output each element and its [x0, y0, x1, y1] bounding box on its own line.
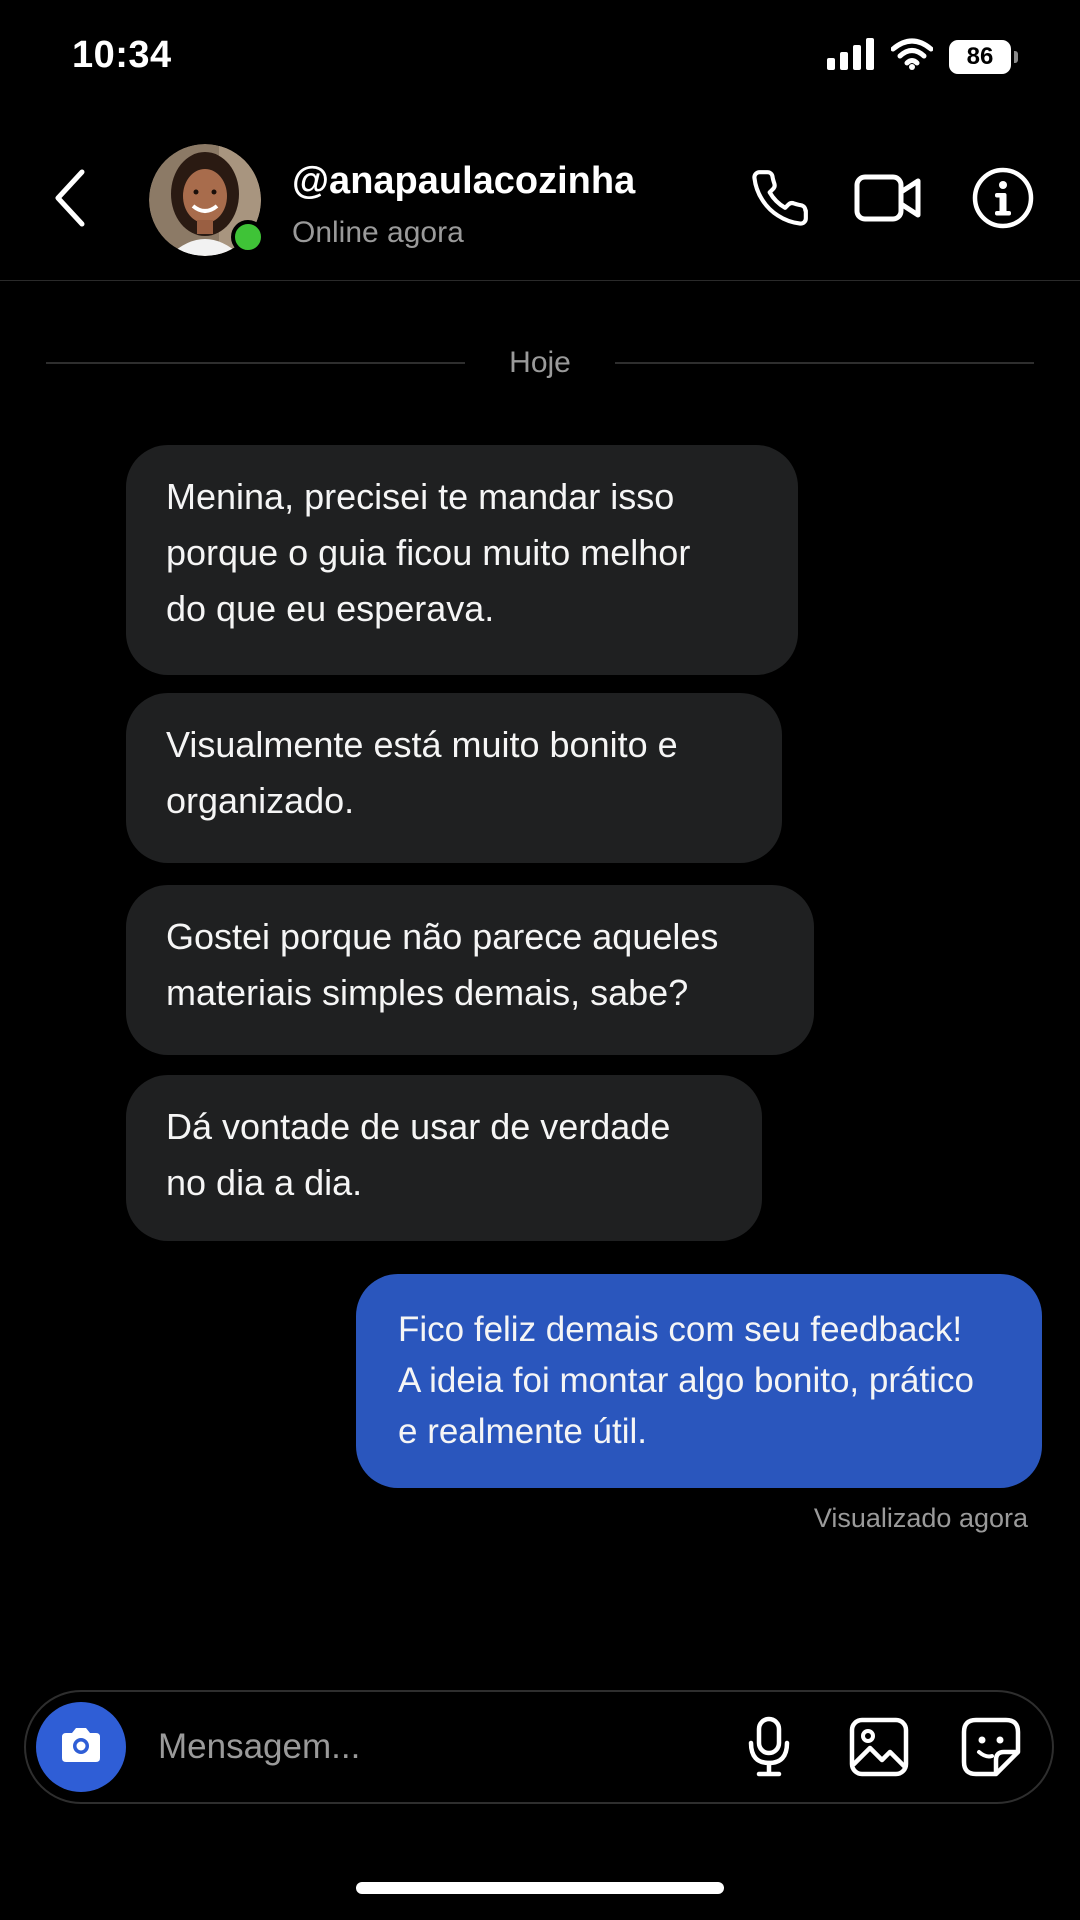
message-bubble-received[interactable]: Visualmente está muito bonito e organiza… [126, 693, 782, 863]
sticker-icon [960, 1716, 1022, 1783]
message-bubble-received[interactable]: Dá vontade de usar de verdade no dia a d… [126, 1075, 762, 1241]
camera-icon [58, 1725, 104, 1770]
battery-cap [1014, 50, 1018, 63]
avatar[interactable] [149, 144, 265, 256]
online-indicator [231, 220, 265, 254]
contact-status: Online agora [292, 216, 464, 249]
battery-icon: 86 [949, 39, 1018, 74]
wifi-icon [890, 38, 934, 75]
microphone-button[interactable] [734, 1714, 804, 1784]
chat-header: @anapaulacozinha Online agora [0, 120, 1080, 281]
info-icon [971, 166, 1035, 235]
microphone-icon [745, 1715, 793, 1784]
status-bar: 10:34 86 [0, 0, 1080, 120]
info-button[interactable] [965, 162, 1041, 238]
image-icon [848, 1716, 910, 1783]
message-input[interactable] [158, 1714, 718, 1780]
seen-status: Visualizado agora [813, 1503, 1028, 1533]
message-composer [24, 1690, 1054, 1804]
date-label: Hoje [509, 346, 571, 379]
message-bubble-sent[interactable]: Fico feliz demais com seu feedback! A id… [356, 1274, 1042, 1488]
contact-username[interactable]: @anapaulacozinha [292, 160, 635, 203]
gallery-button[interactable] [844, 1714, 914, 1784]
call-button[interactable] [742, 162, 818, 238]
divider-line [46, 362, 466, 364]
video-call-button[interactable] [850, 162, 926, 238]
message-bubble-received[interactable]: Menina, precisei te mandar isso porque o… [126, 445, 798, 675]
message-bubble-received[interactable]: Gostei porque não parece aqueles materia… [126, 885, 814, 1055]
battery-level: 86 [966, 42, 994, 70]
status-icons: 86 [827, 38, 1018, 75]
signal-icon [827, 38, 875, 75]
date-divider: Hoje [46, 340, 1035, 386]
sticker-button[interactable] [956, 1714, 1026, 1784]
video-camera-icon [854, 172, 922, 229]
back-chevron-icon [52, 168, 88, 233]
home-indicator[interactable] [356, 1882, 724, 1894]
phone-icon [749, 167, 811, 234]
status-time: 10:34 [72, 34, 172, 76]
battery-body: 86 [949, 39, 1011, 74]
divider-line [614, 362, 1035, 364]
back-button[interactable] [40, 164, 100, 236]
camera-button[interactable] [36, 1702, 126, 1792]
